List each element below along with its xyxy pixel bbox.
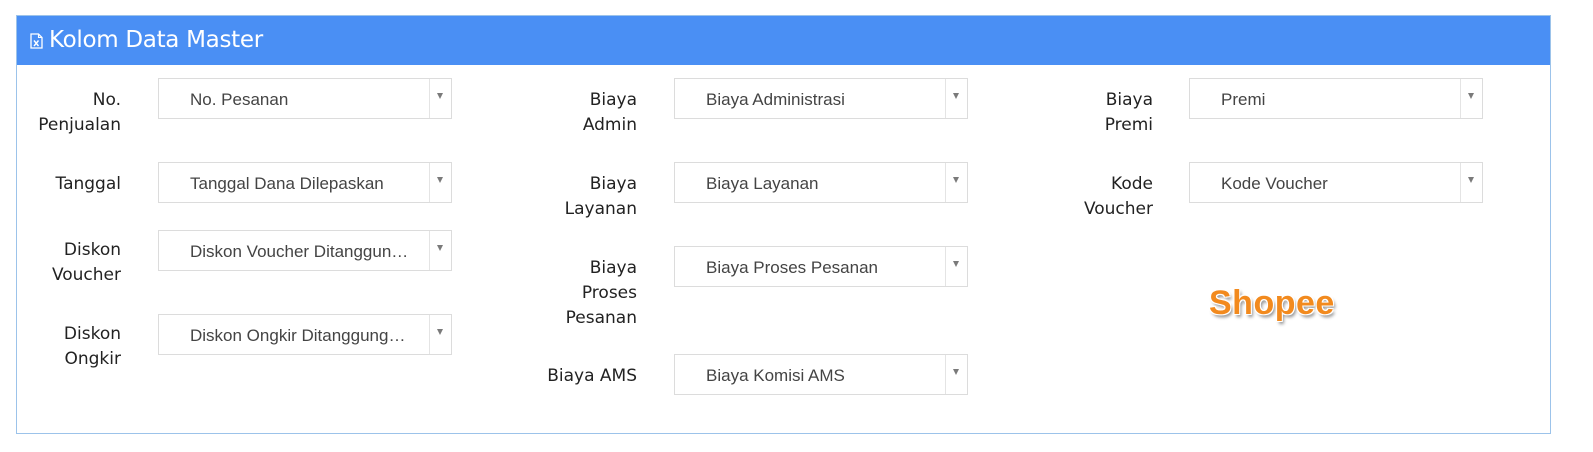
select-diskon-ongkir[interactable]: Diskon Ongkir Ditanggung Penjual (158, 314, 452, 355)
label-biaya-premi: Biaya Premi (1104, 90, 1153, 135)
select-biaya-ams[interactable]: Biaya Komisi AMS (674, 354, 968, 395)
chevron-down-icon (953, 261, 959, 267)
select-value: Tanggal Dana Dilepaskan (190, 174, 384, 193)
select-value: Biaya Layanan (706, 174, 819, 193)
chevron-down-icon (953, 177, 959, 183)
select-value: Biaya Administrasi (706, 90, 845, 109)
select-biaya-proses-pesanan[interactable]: Biaya Proses Pesanan (674, 246, 968, 287)
chevron-down-icon (437, 245, 443, 251)
panel-header: Kolom Data Master (17, 16, 1550, 65)
dropdown-toggle[interactable] (429, 315, 451, 354)
chevron-down-icon (1468, 93, 1474, 99)
label-kode-voucher: Kode Voucher (1083, 174, 1153, 219)
label-biaya-proses-pesanan: Biaya Proses Pesanan (565, 258, 637, 328)
select-value: Biaya Komisi AMS (706, 366, 845, 385)
label-tanggal: Tanggal (55, 174, 122, 194)
select-biaya-premi[interactable]: Premi (1189, 78, 1483, 119)
dropdown-toggle[interactable] (945, 355, 967, 394)
select-biaya-admin[interactable]: Biaya Administrasi (674, 78, 968, 119)
select-kode-voucher[interactable]: Kode Voucher (1189, 162, 1483, 203)
select-value: Diskon Voucher Ditanggung Penjual (190, 242, 410, 261)
select-tanggal[interactable]: Tanggal Dana Dilepaskan (158, 162, 452, 203)
chevron-down-icon (437, 93, 443, 99)
label-biaya-layanan: Biaya Layanan (564, 174, 637, 219)
label-biaya-ams: Biaya AMS (547, 366, 637, 386)
panel-title: Kolom Data Master (49, 27, 263, 53)
dropdown-toggle[interactable] (1460, 79, 1482, 118)
label-diskon-voucher: Diskon Voucher (51, 240, 121, 285)
label-biaya-admin: Biaya Admin (582, 90, 637, 135)
chevron-down-icon (953, 369, 959, 375)
dropdown-toggle[interactable] (945, 247, 967, 286)
select-no-penjualan[interactable]: No. Pesanan (158, 78, 452, 119)
chevron-down-icon (437, 177, 443, 183)
select-value: No. Pesanan (190, 90, 289, 109)
data-master-panel: Kolom Data Master No. Penjualan No. Pesa… (16, 15, 1551, 434)
dropdown-toggle[interactable] (429, 79, 451, 118)
select-diskon-voucher[interactable]: Diskon Voucher Ditanggung Penjual (158, 230, 452, 271)
label-no-penjualan: No. Penjualan (38, 90, 121, 135)
dropdown-toggle[interactable] (429, 231, 451, 270)
dropdown-toggle[interactable] (1460, 163, 1482, 202)
chevron-down-icon (1468, 177, 1474, 183)
dropdown-toggle[interactable] (429, 163, 451, 202)
dropdown-toggle[interactable] (945, 79, 967, 118)
chevron-down-icon (953, 93, 959, 99)
excel-file-icon (30, 33, 43, 49)
shopee-logo: Shopee (1209, 284, 1335, 322)
chevron-down-icon (437, 329, 443, 335)
select-value: Diskon Ongkir Ditanggung Penjual (190, 326, 410, 345)
select-value: Premi (1221, 90, 1266, 109)
select-value: Biaya Proses Pesanan (706, 258, 878, 277)
label-diskon-ongkir: Diskon Ongkir (63, 324, 121, 369)
select-biaya-layanan[interactable]: Biaya Layanan (674, 162, 968, 203)
dropdown-toggle[interactable] (945, 163, 967, 202)
select-value: Kode Voucher (1221, 174, 1328, 193)
